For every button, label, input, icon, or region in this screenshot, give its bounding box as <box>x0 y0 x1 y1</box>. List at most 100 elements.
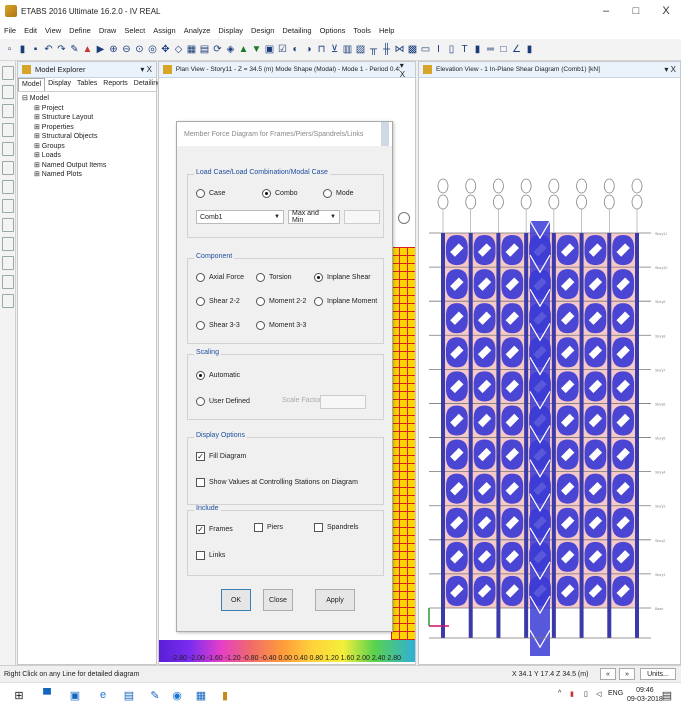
open-icon[interactable]: ▮ <box>17 43 28 57</box>
run-analysis-icon[interactable]: ▶ <box>95 43 106 57</box>
draw-brace-icon[interactable] <box>2 123 14 137</box>
design-icon[interactable]: ⊻ <box>329 43 340 57</box>
zoom-out-icon[interactable]: ⊖ <box>121 43 132 57</box>
menu-assign[interactable]: Assign <box>153 26 176 35</box>
tree-node-named-output-items[interactable]: ⊞ Named Output Items <box>22 161 152 171</box>
perspective-icon[interactable]: ◈ <box>225 43 236 57</box>
inplane-shear-radio[interactable]: Inplane Shear <box>314 273 371 282</box>
draw-link-icon[interactable]: ═ <box>485 43 496 57</box>
tree-node-structure-layout[interactable]: ⊞ Structure Layout <box>22 113 152 123</box>
fill-diagram-checkbox[interactable]: ✓ Fill Diagram <box>196 452 246 461</box>
concrete-frame-icon[interactable]: ▧ <box>355 43 366 57</box>
menu-edit[interactable]: Edit <box>24 26 37 35</box>
notifications-icon[interactable]: ▤ <box>660 688 674 702</box>
show-values-checkbox[interactable]: Show Values at Controlling Stations on D… <box>196 478 358 487</box>
menu-analyze[interactable]: Analyze <box>184 26 211 35</box>
axial-force-radio[interactable]: Axial Force <box>196 273 244 282</box>
tree-node-model[interactable]: ⊟ Model <box>22 94 152 104</box>
draw-beam-tool-icon[interactable] <box>2 161 14 175</box>
save-icon[interactable]: ▪ <box>30 43 41 57</box>
combo-radio[interactable]: Combo <box>262 189 298 198</box>
menu-define[interactable]: Define <box>69 26 91 35</box>
torsion-radio[interactable]: Torsion <box>256 273 292 282</box>
apply-button[interactable]: Apply <box>315 589 355 611</box>
mode-number-input[interactable] <box>344 210 380 224</box>
tree-node-loads[interactable]: ⊞ Loads <box>22 151 152 161</box>
slab-icon[interactable]: ▭ <box>420 43 431 57</box>
volume-icon[interactable]: ◁ <box>596 690 601 698</box>
menu-options[interactable]: Options <box>320 26 346 35</box>
draw-line-icon[interactable] <box>2 104 14 118</box>
calculator-icon[interactable]: ▦ <box>194 688 208 702</box>
shear-3-3-radio[interactable]: Shear 3-3 <box>196 321 240 330</box>
draw-floor-icon[interactable] <box>2 180 14 194</box>
plan-view-icon[interactable]: ▦ <box>186 43 197 57</box>
edge-icon[interactable]: e <box>96 688 110 702</box>
3d-view-icon[interactable]: ◇ <box>173 43 184 57</box>
menu-draw[interactable]: Draw <box>99 26 117 35</box>
zoom-fit-icon[interactable]: ◎ <box>147 43 158 57</box>
draw-point-icon[interactable] <box>2 237 14 251</box>
draw-dimension-icon[interactable]: ∠ <box>511 43 522 57</box>
moment-2-2-radio[interactable]: Moment 2-2 <box>256 297 306 306</box>
menu-help[interactable]: Help <box>379 26 394 35</box>
draw-beam-icon[interactable]: T <box>459 43 470 57</box>
pan-icon[interactable]: ✥ <box>160 43 171 57</box>
draw-tendon-icon[interactable] <box>2 275 14 289</box>
display-forces-icon[interactable]: ◑ <box>303 43 314 57</box>
plan-view-close-button[interactable]: ▾ X <box>400 61 411 79</box>
network-icon[interactable]: ▮ <box>570 690 574 698</box>
beam-icon[interactable]: ╥ <box>368 43 379 57</box>
pencil-icon[interactable]: ✎ <box>69 43 80 57</box>
next-button[interactable]: » <box>619 668 635 680</box>
store-icon[interactable]: ▣ <box>68 688 82 702</box>
mode-radio[interactable]: Mode <box>323 189 354 198</box>
tab-display[interactable]: Display <box>45 78 74 91</box>
move-down-icon[interactable]: ▼ <box>251 43 262 57</box>
maximize-button[interactable]: □ <box>621 0 651 22</box>
undo-icon[interactable]: ↶ <box>43 43 54 57</box>
ok-button[interactable]: OK <box>221 589 251 611</box>
redo-icon[interactable]: ↷ <box>56 43 67 57</box>
menu-select[interactable]: Select <box>124 26 145 35</box>
minimize-button[interactable]: – <box>591 0 621 22</box>
draw-opening-icon[interactable] <box>2 218 14 232</box>
tree-node-groups[interactable]: ⊞ Groups <box>22 142 152 152</box>
column-icon[interactable]: ╫ <box>381 43 392 57</box>
menu-file[interactable]: File <box>4 26 16 35</box>
move-up-icon[interactable]: ▲ <box>238 43 249 57</box>
windows-start-icon[interactable]: ⊞ <box>12 688 26 702</box>
wall-icon[interactable]: ▩ <box>407 43 418 57</box>
reshape-icon[interactable] <box>2 85 14 99</box>
draw-section-cut-icon[interactable]: ▮ <box>524 43 535 57</box>
language-indicator[interactable]: ENG <box>608 690 623 697</box>
pointer-icon[interactable] <box>2 66 14 80</box>
draw-wall-icon[interactable]: ▮ <box>472 43 483 57</box>
elevation-view-icon[interactable]: ▤ <box>199 43 210 57</box>
zoom-window-icon[interactable]: ⊙ <box>134 43 145 57</box>
file-explorer-icon[interactable]: ▀ <box>40 688 54 702</box>
envelope-select[interactable]: Max and Min ▼ <box>288 210 340 224</box>
spandrels-checkbox[interactable]: Spandrels <box>314 523 359 532</box>
links-checkbox[interactable]: Links <box>196 551 225 560</box>
tab-tables[interactable]: Tables <box>74 78 100 91</box>
tray-expand-icon[interactable]: ^ <box>558 690 561 697</box>
menu-view[interactable]: View <box>45 26 61 35</box>
notepad-icon[interactable]: ▤ <box>122 688 136 702</box>
zoom-in-icon[interactable]: ⊕ <box>108 43 119 57</box>
menu-design[interactable]: Design <box>251 26 274 35</box>
draw-column-icon[interactable]: ▯ <box>446 43 457 57</box>
units-button[interactable]: Units... <box>640 668 676 680</box>
lock-icon[interactable]: ▲ <box>82 43 93 57</box>
system-clock[interactable]: 09:46 09-03-2018 <box>627 686 663 704</box>
chrome-icon[interactable]: ◉ <box>170 688 184 702</box>
elevation-view-close-button[interactable]: ▾ X <box>664 65 676 74</box>
close-window-button[interactable]: X <box>651 0 681 22</box>
tab-reports[interactable]: Reports <box>100 78 131 91</box>
scale-factor-input[interactable] <box>320 395 366 409</box>
close-button[interactable]: Close <box>263 589 293 611</box>
menu-tools[interactable]: Tools <box>353 26 371 35</box>
rotate-icon[interactable]: ⟳ <box>212 43 223 57</box>
draw-frame-icon[interactable]: I <box>433 43 444 57</box>
etabs-taskbar-icon[interactable]: ▮ <box>218 688 232 702</box>
